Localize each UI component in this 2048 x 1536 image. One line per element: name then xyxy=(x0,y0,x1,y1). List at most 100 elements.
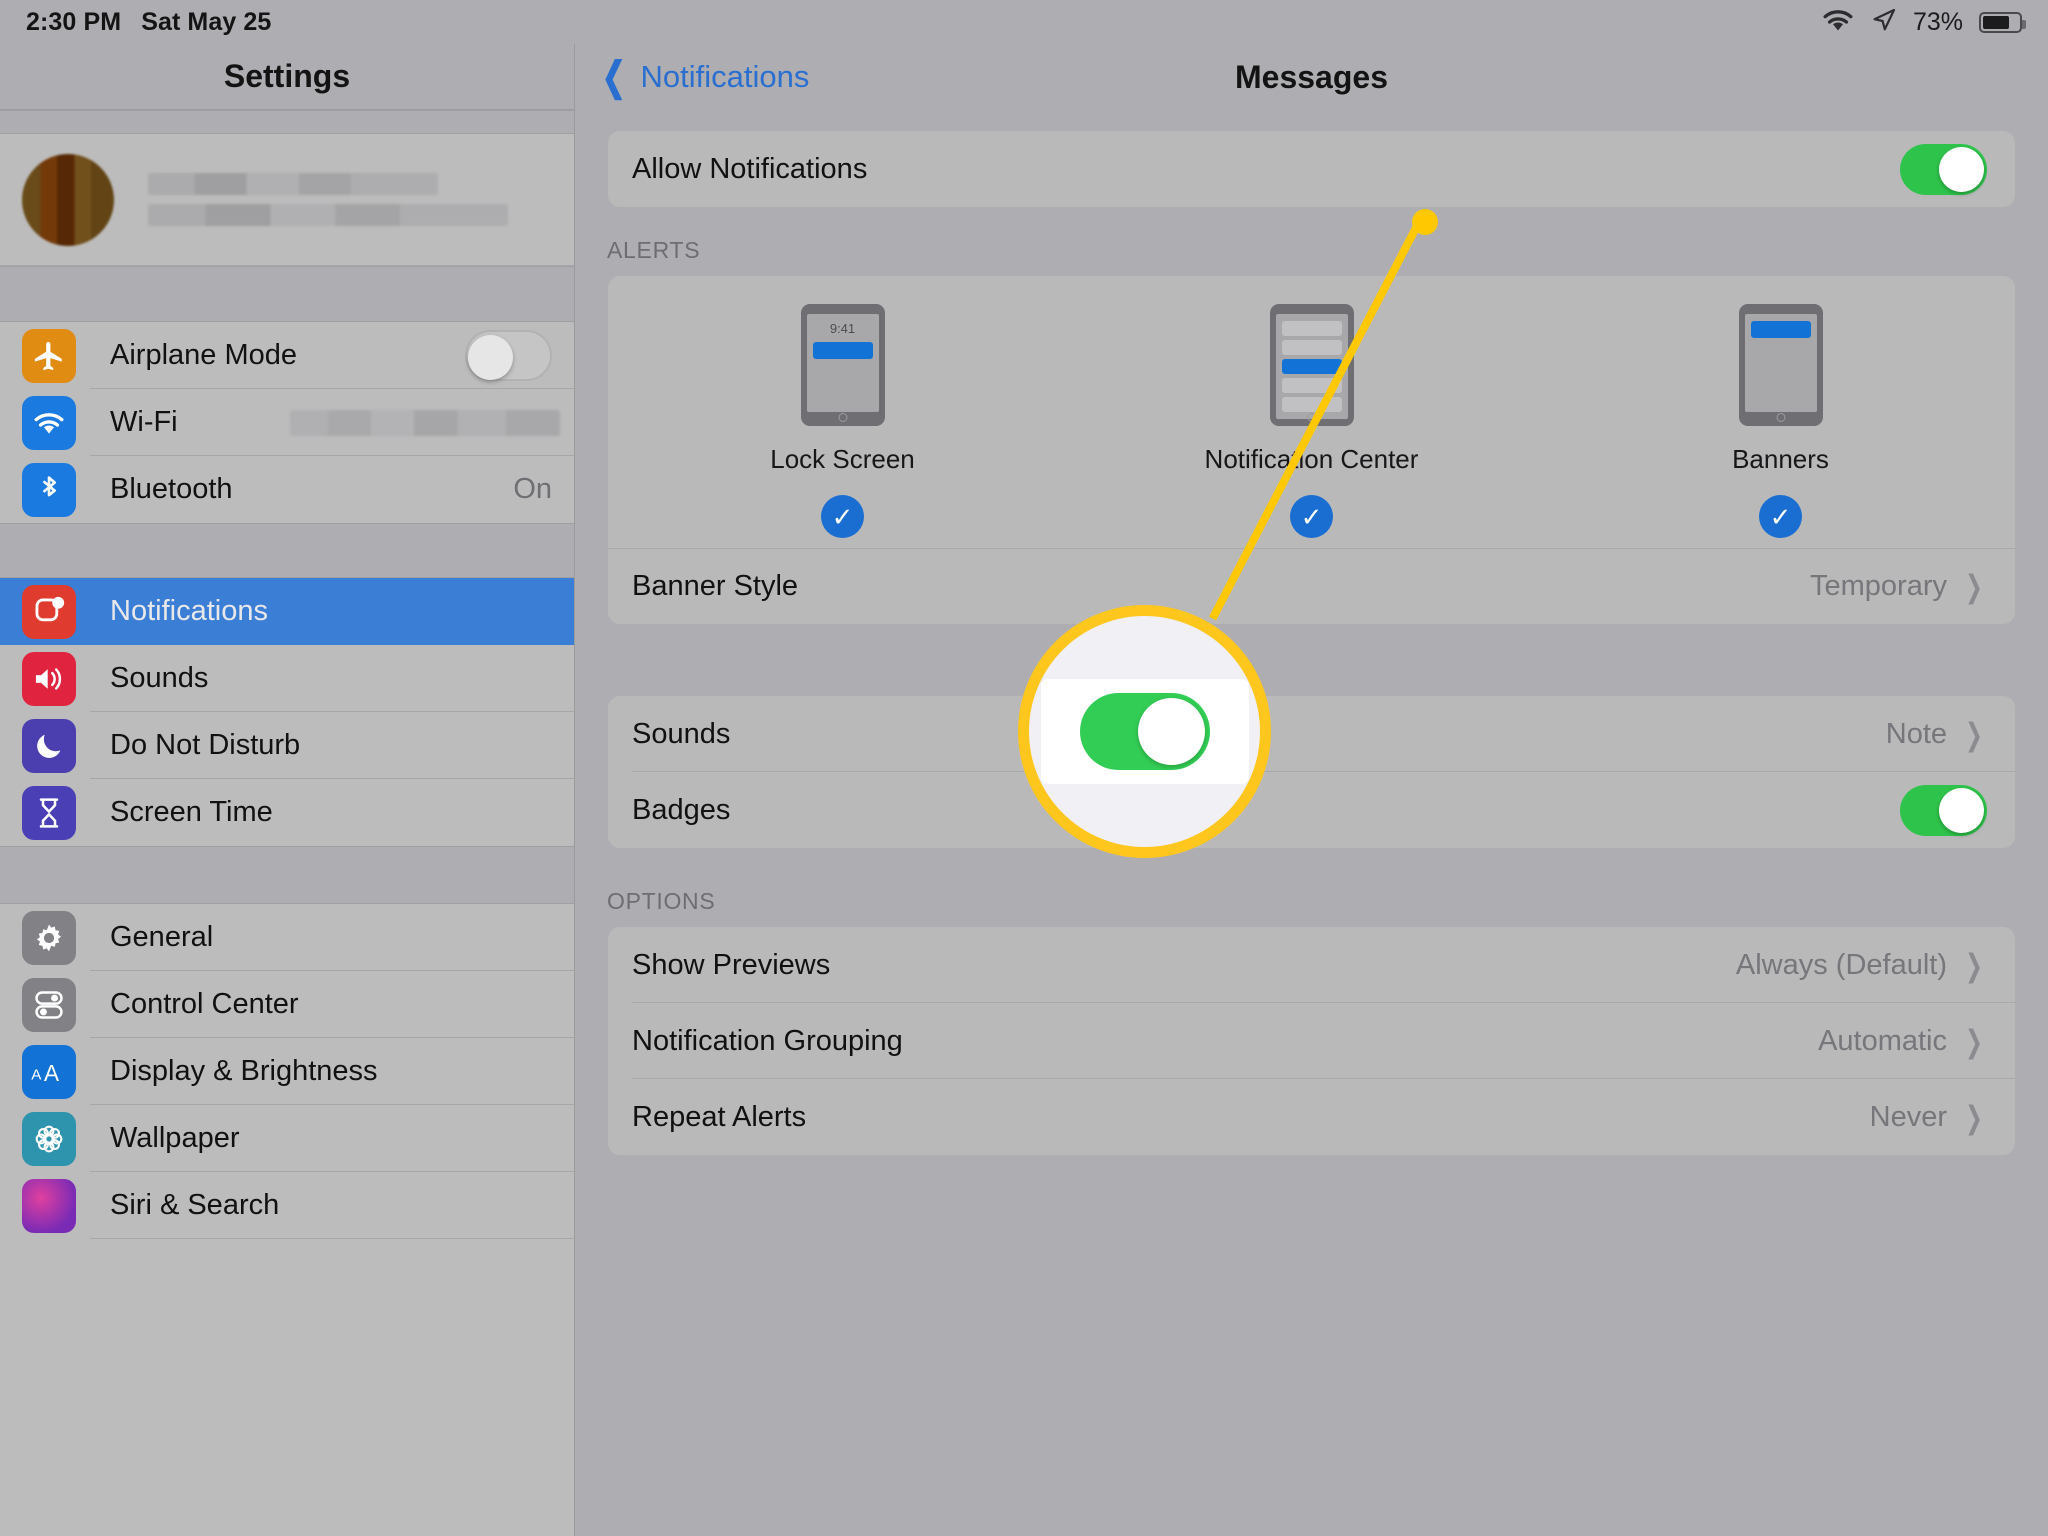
back-button[interactable]: ❮ Notifications xyxy=(597,55,810,99)
badges-row[interactable]: Badges xyxy=(608,772,2015,848)
checkmark-icon[interactable]: ✓ xyxy=(821,495,864,538)
control-center-icon xyxy=(22,977,76,1032)
airplane-mode-toggle[interactable] xyxy=(465,330,552,381)
show-previews-value: Always (Default) xyxy=(1735,948,1948,981)
redacted-line xyxy=(148,204,508,226)
sidebar-item-do-not-disturb[interactable]: Do Not Disturb xyxy=(0,712,574,779)
chevron-right-icon: ❯ xyxy=(1965,947,1983,983)
settings-sidebar[interactable]: Settings Airplane Mode Wi-Fi Bluetooth O… xyxy=(0,44,575,1536)
checkmark-icon[interactable]: ✓ xyxy=(1759,495,1802,538)
sidebar-item-notifications[interactable]: Notifications xyxy=(0,578,574,645)
sidebar-item-label: Airplane Mode xyxy=(110,339,297,371)
notification-center-preview-icon xyxy=(1269,304,1354,426)
sidebar-item-label: Bluetooth xyxy=(110,473,233,505)
alert-option-label: Banners xyxy=(1732,444,1829,474)
hourglass-icon xyxy=(22,785,76,840)
allow-notifications-row[interactable]: Allow Notifications xyxy=(608,131,2015,207)
chevron-right-icon: ❯ xyxy=(1965,1023,1983,1059)
options-card: Show Previews Always (Default) ❯ Notific… xyxy=(608,927,2015,1155)
banner-style-row[interactable]: Banner Style Temporary ❯ xyxy=(608,548,2015,624)
account-name-redacted xyxy=(148,173,508,226)
banner-style-label: Banner Style xyxy=(632,570,799,602)
bluetooth-value: On xyxy=(513,473,552,505)
alert-option-notification-center[interactable]: Notification Center ✓ xyxy=(1077,304,1546,538)
wifi-icon xyxy=(1821,7,1855,38)
device-screen xyxy=(1744,314,1817,412)
speaker-icon xyxy=(22,651,76,706)
notification-grouping-value: Automatic xyxy=(1818,1024,1948,1057)
sidebar-item-siri-search[interactable]: Siri & Search xyxy=(0,1172,574,1239)
chevron-right-icon: ❯ xyxy=(1965,569,1983,604)
sidebar-item-label: Display & Brightness xyxy=(110,1055,378,1087)
sidebar-item-airplane-mode[interactable]: Airplane Mode xyxy=(0,322,574,389)
notification-bar xyxy=(812,342,873,359)
placeholder-bar xyxy=(1281,378,1342,393)
status-date: Sat May 25 xyxy=(141,7,272,36)
ipad-settings-screen: 2:30 PM Sat May 25 73% Settings Airplane… xyxy=(0,0,2048,1536)
allow-notifications-toggle[interactable] xyxy=(1900,143,1987,195)
battery-percent-label: 73% xyxy=(1912,7,1963,36)
sidebar-item-display-brightness[interactable]: A A Display & Brightness xyxy=(0,1038,574,1105)
notification-grouping-label: Notification Grouping xyxy=(632,1024,903,1057)
moon-icon xyxy=(22,718,76,773)
sidebar-item-general[interactable]: General xyxy=(0,904,574,971)
show-previews-label: Show Previews xyxy=(632,948,831,981)
alerts-section-header: ALERTS xyxy=(607,237,701,263)
sidebar-gap xyxy=(0,523,574,578)
notification-bar xyxy=(1750,321,1811,338)
svg-text:A: A xyxy=(31,1066,42,1083)
device-screen xyxy=(1275,314,1348,419)
notification-grouping-row[interactable]: Notification Grouping Automatic ❯ xyxy=(608,1003,2015,1079)
alerts-grid: 9:41 Lock Screen ✓ Notification Center ✓… xyxy=(608,276,2015,548)
status-bar-right: 73% xyxy=(1821,7,2026,38)
device-screen: 9:41 xyxy=(806,314,879,412)
home-button-icon xyxy=(1307,413,1316,422)
sidebar-item-wallpaper[interactable]: Wallpaper xyxy=(0,1105,574,1172)
redacted-line xyxy=(148,173,438,195)
chevron-right-icon: ❯ xyxy=(1965,716,1983,752)
sidebar-header: Settings xyxy=(0,44,574,110)
sidebar-item-control-center[interactable]: Control Center xyxy=(0,971,574,1038)
battery-icon xyxy=(1979,11,2026,33)
placeholder-bar xyxy=(1281,397,1342,412)
sidebar-item-label: Do Not Disturb xyxy=(110,729,301,761)
notification-bar xyxy=(1281,359,1342,374)
account-cell[interactable] xyxy=(0,134,574,266)
gear-icon xyxy=(22,910,76,965)
placeholder-bar xyxy=(1281,321,1342,336)
device-time-label: 9:41 xyxy=(829,321,856,336)
sidebar-item-screen-time[interactable]: Screen Time xyxy=(0,779,574,846)
flower-icon xyxy=(22,1111,76,1166)
sidebar-item-label: Notifications xyxy=(110,595,268,627)
sidebar-item-label: Control Center xyxy=(110,988,299,1020)
status-time: 2:30 PM xyxy=(26,7,122,36)
allow-notifications-label: Allow Notifications xyxy=(632,152,868,185)
svg-text:A: A xyxy=(44,1059,60,1084)
badges-label: Badges xyxy=(632,793,731,826)
messages-notification-settings: ❮ Notifications Messages Allow Notificat… xyxy=(575,44,2048,1536)
chevron-left-icon: ❮ xyxy=(601,55,626,99)
checkmark-icon[interactable]: ✓ xyxy=(1290,495,1333,538)
sounds-label: Sounds xyxy=(632,717,731,750)
status-bar-left: 2:30 PM Sat May 25 xyxy=(26,8,271,37)
wifi-icon xyxy=(22,395,76,450)
siri-icon xyxy=(22,1178,76,1233)
badges-toggle[interactable] xyxy=(1900,784,1987,836)
wifi-network-redacted xyxy=(290,409,560,436)
sidebar-item-bluetooth[interactable]: Bluetooth On xyxy=(0,456,574,523)
alert-option-banners[interactable]: Banners ✓ xyxy=(1546,304,2015,538)
sidebar-item-wifi[interactable]: Wi-Fi xyxy=(0,389,574,456)
sidebar-item-sounds[interactable]: Sounds xyxy=(0,645,574,712)
allow-notifications-card: Allow Notifications xyxy=(608,131,2015,207)
sounds-row[interactable]: Sounds Note ❯ xyxy=(608,696,2015,772)
alert-option-lock-screen[interactable]: 9:41 Lock Screen ✓ xyxy=(608,304,1077,538)
battery-fill xyxy=(1983,15,2009,29)
notifications-icon xyxy=(22,584,76,639)
text-size-icon: A A xyxy=(22,1044,76,1099)
show-previews-row[interactable]: Show Previews Always (Default) ❯ xyxy=(608,927,2015,1003)
repeat-alerts-row[interactable]: Repeat Alerts Never ❯ xyxy=(608,1079,2015,1155)
sidebar-gap xyxy=(0,846,574,904)
location-arrow-icon xyxy=(1871,7,1897,38)
options-section-header: OPTIONS xyxy=(607,888,716,914)
sidebar-item-label: Wallpaper xyxy=(110,1122,240,1154)
